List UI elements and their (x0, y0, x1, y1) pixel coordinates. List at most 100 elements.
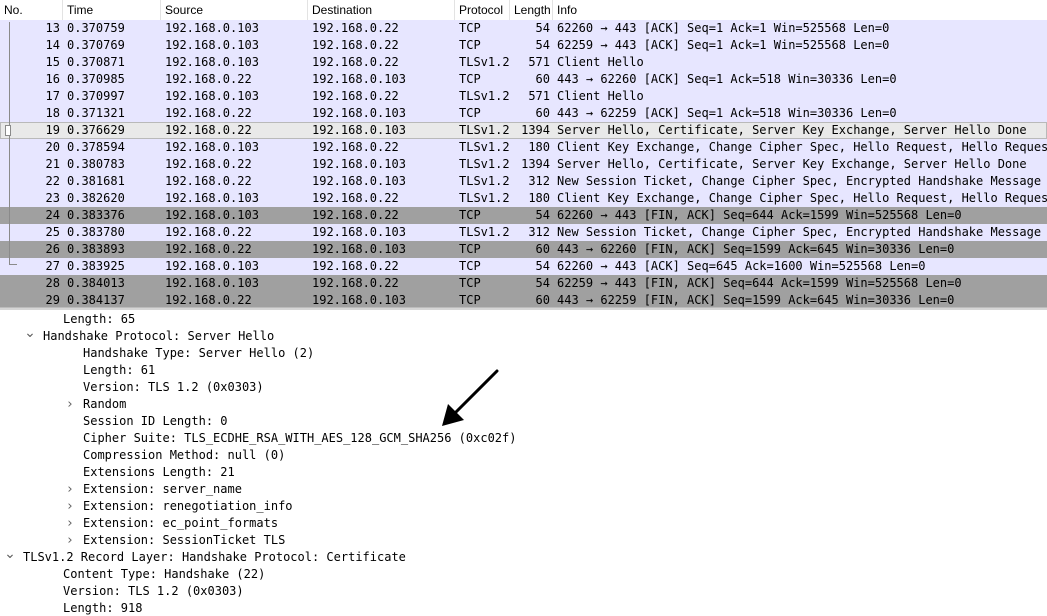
detail-tree-item[interactable]: Compression Method: null (0) (83, 447, 285, 464)
packet-time: 0.370871 (67, 55, 125, 69)
packet-source: 192.168.0.22 (165, 72, 252, 86)
detail-tree-item[interactable]: Handshake Protocol: Server Hello (43, 328, 274, 345)
detail-tree-item[interactable]: Session ID Length: 0 (83, 413, 228, 430)
packet-length: 180 (528, 191, 550, 205)
packet-source: 192.168.0.103 (165, 140, 259, 154)
packet-number: 16 (45, 72, 60, 86)
packet-destination: 192.168.0.22 (312, 55, 399, 69)
packet-source: 192.168.0.103 (165, 276, 259, 290)
packet-row[interactable]: 29 0.384137 192.168.0.22 192.168.0.103 TCP 60… (0, 292, 1047, 307)
packet-row[interactable]: 15 0.370871 192.168.0.103 192.168.0.22 TLSv1… (0, 54, 1047, 71)
chevron-right-icon[interactable]: › (64, 498, 76, 515)
detail-tree-item[interactable]: Length: 918 (63, 600, 142, 616)
detail-tree-item[interactable]: Extension: ec_point_formats (83, 515, 278, 532)
packet-row[interactable]: 13 0.370759 192.168.0.103 192.168.0.22 TCP 54… (0, 20, 1047, 37)
detail-tree-item[interactable]: Extension: renegotiation_info (83, 498, 293, 515)
packet-number: 18 (45, 106, 60, 120)
conversation-current-marker (5, 125, 11, 136)
packet-length: 571 (528, 89, 550, 103)
packet-time: 0.370769 (67, 38, 125, 52)
packet-info: Client Key Exchange, Change Cipher Spec,… (557, 191, 1047, 205)
packet-row[interactable]: 20 0.378594 192.168.0.103 192.168.0.22 TLSv1… (0, 139, 1047, 156)
packet-info: 443 → 62259 [ACK] Seq=1 Ack=518 Win=3033… (557, 106, 897, 120)
packet-time: 0.370997 (67, 89, 125, 103)
packet-row[interactable]: 14 0.370769 192.168.0.103 192.168.0.22 TCP 54… (0, 37, 1047, 54)
packet-info: Server Hello, Certificate, Server Key Ex… (557, 123, 1027, 137)
packet-row[interactable]: 18 0.371321 192.168.0.22 192.168.0.103 TCP 60… (0, 105, 1047, 122)
detail-tree-item[interactable]: Content Type: Handshake (22) (63, 566, 265, 583)
packet-protocol: TCP (459, 72, 481, 86)
detail-tree-item[interactable]: Handshake Type: Server Hello (2) (83, 345, 314, 362)
column-header-protocol[interactable]: Protocol (455, 0, 510, 20)
column-header-info[interactable]: Info (553, 0, 1047, 20)
detail-tree-item[interactable]: Extension: SessionTicket TLS (83, 532, 285, 549)
packet-row[interactable]: 24 0.383376 192.168.0.103 192.168.0.22 TCP 54… (0, 207, 1047, 224)
packet-length: 54 (535, 38, 550, 52)
chevron-down-icon[interactable]: ⌄ (24, 326, 36, 345)
packet-protocol: TCP (459, 38, 481, 52)
packet-info: 443 → 62260 [ACK] Seq=1 Ack=518 Win=3033… (557, 72, 897, 86)
packet-row[interactable]: 16 0.370985 192.168.0.22 192.168.0.103 TCP 60… (0, 71, 1047, 88)
packet-row[interactable]: 21 0.380783 192.168.0.22 192.168.0.103 TLSv1… (0, 156, 1047, 173)
column-header-destination[interactable]: Destination (308, 0, 455, 20)
packet-protocol: TCP (459, 106, 481, 120)
packet-number: 15 (45, 55, 60, 69)
chevron-right-icon[interactable]: › (64, 396, 76, 413)
packet-row[interactable]: 26 0.383893 192.168.0.22 192.168.0.103 TCP 60… (0, 241, 1047, 258)
detail-tree-item[interactable]: Cipher Suite: TLS_ECDHE_RSA_WITH_AES_128… (83, 430, 516, 447)
packet-list[interactable]: No. Time Source Destination Protocol Len… (0, 0, 1047, 307)
chevron-right-icon[interactable]: › (64, 532, 76, 549)
packet-row[interactable]: 17 0.370997 192.168.0.103 192.168.0.22 TLSv1… (0, 88, 1047, 105)
packet-time: 0.383893 (67, 242, 125, 256)
packet-number: 14 (45, 38, 60, 52)
packet-time: 0.381681 (67, 174, 125, 188)
packet-number: 25 (45, 225, 60, 239)
detail-tree-item[interactable]: Length: 61 (83, 362, 155, 379)
packet-row[interactable]: 28 0.384013 192.168.0.103 192.168.0.22 TCP 54… (0, 275, 1047, 292)
packet-source: 192.168.0.103 (165, 89, 259, 103)
packet-length: 60 (535, 72, 550, 86)
detail-tree-item[interactable]: Extensions Length: 21 (83, 464, 235, 481)
packet-info: Client Key Exchange, Change Cipher Spec,… (557, 140, 1047, 154)
packet-destination: 192.168.0.103 (312, 157, 406, 171)
packet-length: 571 (528, 55, 550, 69)
detail-tree-item[interactable]: Extension: server_name (83, 481, 242, 498)
packet-info: 62260 → 443 [FIN, ACK] Seq=644 Ack=1599 … (557, 208, 962, 222)
packet-details-tree[interactable]: Length: 65 ⌄ Handshake Protocol: Server He… (0, 310, 1047, 616)
packet-number: 17 (45, 89, 60, 103)
packet-info: 62259 → 443 [ACK] Seq=1 Ack=1 Win=525568… (557, 38, 890, 52)
packet-number: 24 (45, 208, 60, 222)
packet-source: 192.168.0.22 (165, 242, 252, 256)
packet-destination: 192.168.0.103 (312, 293, 406, 307)
chevron-down-icon[interactable]: ⌄ (4, 547, 16, 566)
packet-number: 22 (45, 174, 60, 188)
column-header-time[interactable]: Time (63, 0, 161, 20)
packet-info: Client Hello (557, 55, 644, 69)
packet-length: 54 (535, 208, 550, 222)
packet-protocol: TCP (459, 259, 481, 273)
packet-info: 443 → 62259 [FIN, ACK] Seq=1599 Ack=645 … (557, 293, 955, 307)
packet-row[interactable]: 25 0.383780 192.168.0.22 192.168.0.103 TLSv1… (0, 224, 1047, 241)
chevron-right-icon[interactable]: › (64, 481, 76, 498)
packet-row[interactable]: 27 0.383925 192.168.0.103 192.168.0.22 TCP 54… (0, 258, 1047, 275)
packet-length: 312 (528, 225, 550, 239)
packet-protocol: TCP (459, 21, 481, 35)
conversation-bracket-end (9, 264, 17, 265)
packet-row[interactable]: 23 0.382620 192.168.0.103 192.168.0.22 TLSv1… (0, 190, 1047, 207)
detail-tree-item[interactable]: TLSv1.2 Record Layer: Handshake Protocol… (23, 549, 406, 566)
column-header-source[interactable]: Source (161, 0, 308, 20)
detail-tree-item[interactable]: Length: 65 (63, 311, 135, 328)
column-header-length[interactable]: Length (510, 0, 553, 20)
detail-tree-item[interactable]: Version: TLS 1.2 (0x0303) (83, 379, 264, 396)
packet-row[interactable]: 19 0.376629 192.168.0.22 192.168.0.103 TLSv1… (0, 122, 1047, 139)
chevron-right-icon[interactable]: › (64, 515, 76, 532)
column-header-no[interactable]: No. (0, 0, 63, 20)
packet-protocol: TLSv1.2 (459, 225, 510, 239)
detail-tree-item[interactable]: Version: TLS 1.2 (0x0303) (63, 583, 244, 600)
packet-info: Server Hello, Certificate, Server Key Ex… (557, 157, 1027, 171)
detail-tree-item[interactable]: Random (83, 396, 126, 413)
packet-time: 0.382620 (67, 191, 125, 205)
packet-time: 0.370985 (67, 72, 125, 86)
packet-destination: 192.168.0.22 (312, 89, 399, 103)
packet-row[interactable]: 22 0.381681 192.168.0.22 192.168.0.103 TLSv1… (0, 173, 1047, 190)
